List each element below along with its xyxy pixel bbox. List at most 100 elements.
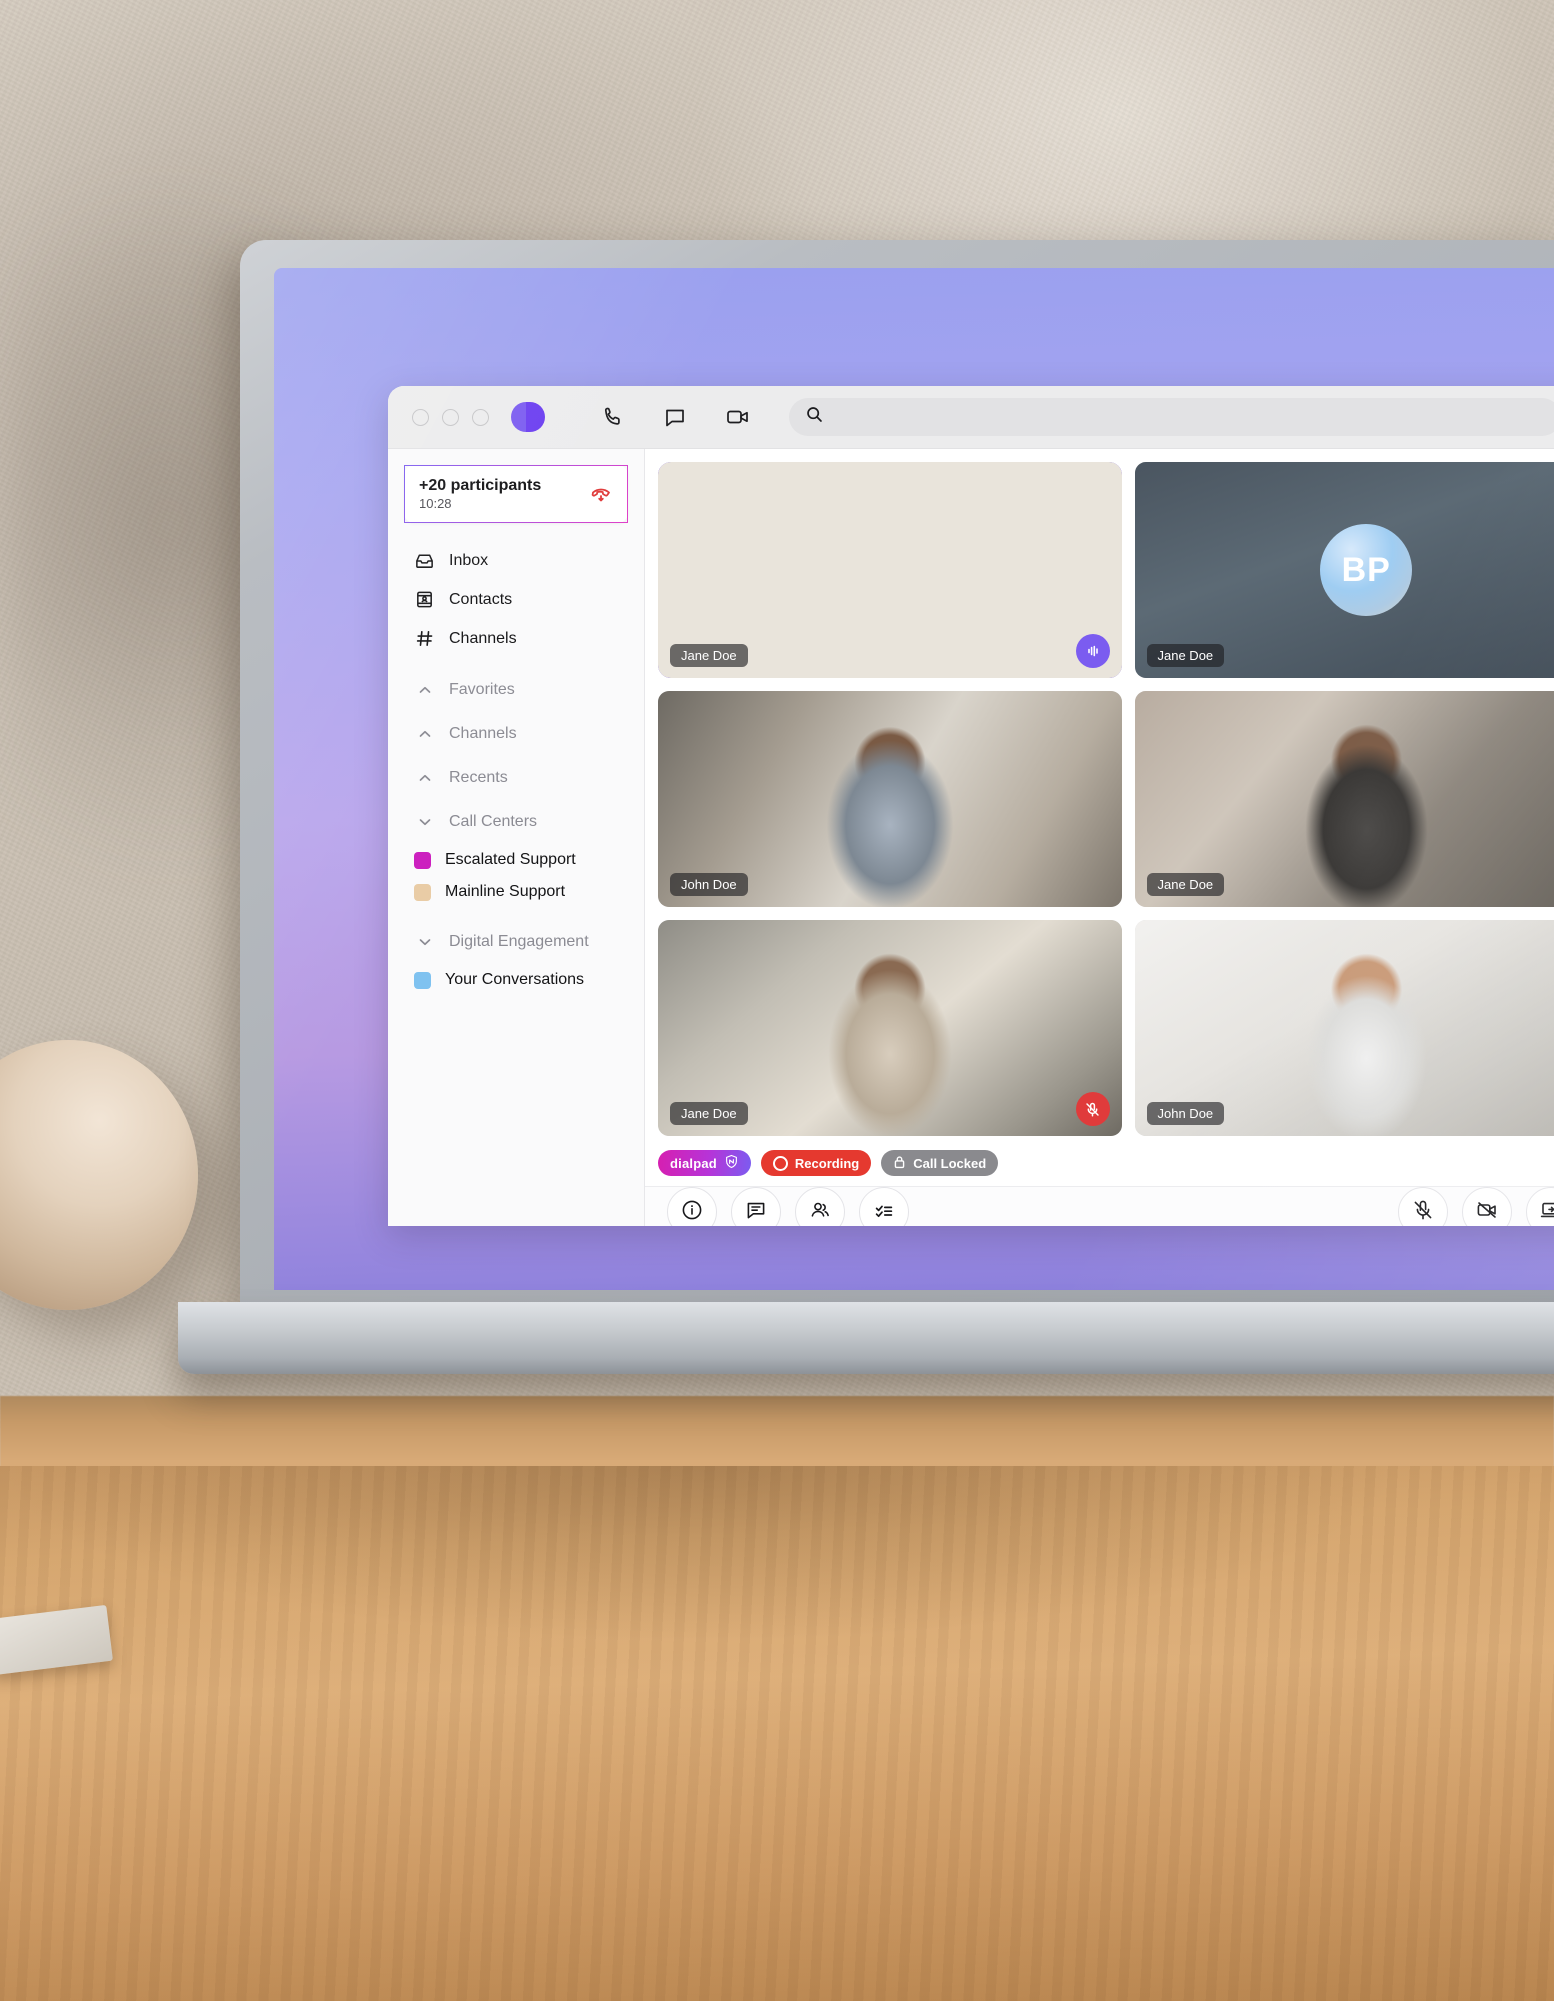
video-off-icon bbox=[1475, 1198, 1499, 1227]
chevron-down-icon bbox=[414, 934, 435, 950]
color-swatch bbox=[414, 851, 431, 869]
call-stage: Jane Doe BP Jane Doe John Doe Jane Doe J… bbox=[645, 449, 1554, 1226]
laptop-base bbox=[178, 1302, 1554, 1374]
active-call-title: +20 participants bbox=[419, 476, 542, 494]
participant-name: John Doe bbox=[670, 873, 748, 896]
dialpad-app-window: +20 participants 10:28 Inbox Contacts Ch… bbox=[388, 386, 1554, 1226]
avatar: BP bbox=[1320, 524, 1413, 616]
mic-off-icon bbox=[1411, 1198, 1435, 1227]
sidebar-item-label: Mainline Support bbox=[445, 883, 566, 900]
search-input[interactable] bbox=[833, 408, 1545, 426]
video-icon[interactable] bbox=[725, 405, 751, 429]
status-badge-label: dialpad bbox=[670, 1155, 717, 1171]
sidebar-section-favorites[interactable]: Favorites bbox=[388, 668, 644, 712]
sidebar-item-contacts[interactable]: Contacts bbox=[388, 580, 644, 619]
chat-bubble-icon bbox=[744, 1198, 768, 1227]
sidebar-item-label: Inbox bbox=[449, 551, 489, 569]
sidebar-item-escalated-support[interactable]: Escalated Support bbox=[388, 844, 644, 876]
sidebar-item-your-conversations[interactable]: Your Conversations bbox=[388, 964, 644, 996]
sidebar-section-recents[interactable]: Recents bbox=[388, 756, 644, 800]
sidebar-section-label: Recents bbox=[449, 769, 508, 786]
dialpad-logo bbox=[511, 402, 545, 432]
active-call-duration: 10:28 bbox=[419, 496, 452, 512]
status-badge-label: Recording bbox=[794, 1155, 860, 1171]
traffic-lights[interactable] bbox=[412, 408, 489, 426]
record-circle-icon bbox=[772, 1155, 788, 1171]
chevron-down-icon bbox=[414, 814, 435, 830]
active-call-card[interactable]: +20 participants 10:28 bbox=[404, 465, 628, 523]
checklist-button[interactable] bbox=[859, 1187, 909, 1226]
participant-name: Jane Doe bbox=[670, 644, 748, 667]
participant-tile[interactable]: BP Jane Doe bbox=[1134, 462, 1554, 678]
participant-name: John Doe bbox=[1146, 1102, 1225, 1125]
sidebar-item-channels[interactable]: Channels bbox=[388, 619, 644, 658]
participant-tile[interactable]: John Doe bbox=[658, 691, 1122, 907]
people-icon bbox=[808, 1198, 832, 1227]
sidebar-section-digital-engagement[interactable]: Digital Engagement bbox=[388, 920, 644, 964]
laptop-screen: +20 participants 10:28 Inbox Contacts Ch… bbox=[274, 268, 1554, 1290]
call-controls bbox=[645, 1186, 1554, 1226]
search-icon bbox=[805, 405, 824, 429]
share-screen-button[interactable] bbox=[1526, 1187, 1554, 1226]
sidebar-item-label: Escalated Support bbox=[445, 851, 576, 868]
sidebar-section-label: Channels bbox=[449, 725, 517, 742]
ai-icon bbox=[724, 1154, 739, 1172]
status-badge-recording: Recording bbox=[760, 1150, 872, 1176]
participant-tile[interactable]: Jane Doe bbox=[658, 920, 1122, 1136]
sidebar-item-mainline-support[interactable]: Mainline Support bbox=[388, 876, 644, 908]
sidebar-section-label: Call Centers bbox=[449, 813, 538, 830]
sidebar-section-call-centers[interactable]: Call Centers bbox=[388, 800, 644, 844]
status-badge-label: Call Locked bbox=[913, 1155, 987, 1171]
sidebar-item-inbox[interactable]: Inbox bbox=[388, 541, 644, 580]
audio-active-icon bbox=[1075, 634, 1110, 668]
sidebar-item-label: Channels bbox=[449, 629, 517, 647]
chevron-up-icon bbox=[414, 770, 435, 786]
checklist-icon bbox=[872, 1198, 896, 1227]
sidebar-section-channels[interactable]: Channels bbox=[388, 712, 644, 756]
chevron-up-icon bbox=[414, 682, 435, 698]
participant-tile[interactable]: John Doe bbox=[1134, 920, 1554, 1136]
participant-grid: Jane Doe BP Jane Doe John Doe Jane Doe J… bbox=[645, 449, 1554, 1142]
status-badge-dialpad-ai: dialpad bbox=[658, 1150, 751, 1176]
inbox-icon bbox=[414, 550, 435, 571]
desk-surface bbox=[0, 1466, 1554, 2001]
call-chat-button[interactable] bbox=[731, 1187, 781, 1226]
hangup-icon[interactable] bbox=[589, 480, 613, 509]
screen-share-icon bbox=[1539, 1198, 1554, 1227]
participant-name: Jane Doe bbox=[1146, 873, 1225, 896]
sidebar-section-label: Favorites bbox=[449, 681, 515, 698]
status-badges: dialpad Recording Call Locked bbox=[645, 1142, 1554, 1186]
mute-button[interactable] bbox=[1398, 1187, 1448, 1226]
window-titlebar bbox=[388, 386, 1554, 449]
chevron-up-icon bbox=[414, 726, 435, 742]
participant-tile[interactable]: Jane Doe bbox=[658, 462, 1122, 678]
call-controls-right bbox=[1398, 1187, 1554, 1226]
camera-button[interactable] bbox=[1462, 1187, 1512, 1226]
sidebar-item-label: Contacts bbox=[449, 590, 513, 608]
sidebar: +20 participants 10:28 Inbox Contacts Ch… bbox=[388, 449, 645, 1226]
phone-icon[interactable] bbox=[601, 405, 625, 429]
titlebar-icons bbox=[601, 405, 751, 429]
call-info-button[interactable] bbox=[667, 1187, 717, 1226]
close-icon[interactable] bbox=[412, 408, 429, 426]
sidebar-section-label: Digital Engagement bbox=[449, 933, 589, 950]
info-icon bbox=[680, 1198, 704, 1227]
search-bar[interactable] bbox=[788, 398, 1554, 436]
lock-icon bbox=[893, 1155, 906, 1172]
participant-tile[interactable]: Jane Doe bbox=[1134, 691, 1554, 907]
chat-icon[interactable] bbox=[663, 405, 687, 429]
hash-icon bbox=[414, 628, 435, 649]
participant-name: Jane Doe bbox=[1146, 644, 1225, 667]
sidebar-item-label: Your Conversations bbox=[445, 971, 585, 988]
call-controls-left bbox=[667, 1187, 909, 1226]
contacts-icon bbox=[414, 589, 435, 610]
maximize-icon[interactable] bbox=[472, 408, 489, 426]
participants-button[interactable] bbox=[795, 1187, 845, 1226]
color-swatch bbox=[414, 883, 431, 901]
color-swatch bbox=[414, 971, 431, 989]
mic-off-icon bbox=[1075, 1092, 1110, 1126]
status-badge-call-locked: Call Locked bbox=[881, 1150, 999, 1176]
minimize-icon[interactable] bbox=[442, 408, 459, 426]
laptop-lid: +20 participants 10:28 Inbox Contacts Ch… bbox=[240, 240, 1554, 1305]
participant-name: Jane Doe bbox=[670, 1102, 748, 1125]
